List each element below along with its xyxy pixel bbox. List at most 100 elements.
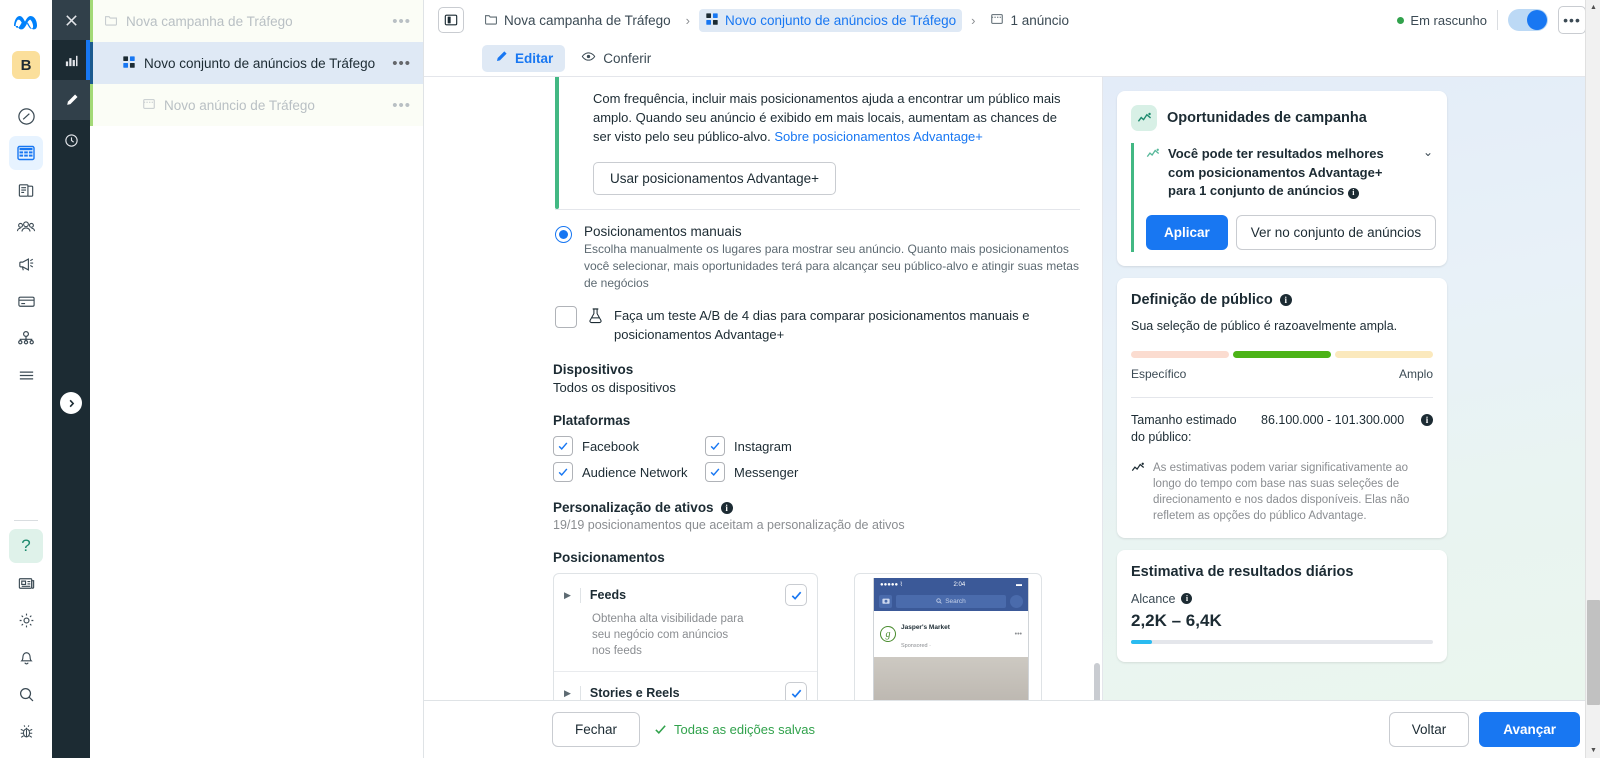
topbar-actions: Em rascunho ••• bbox=[1397, 6, 1586, 34]
tree-item-label: Nova campanha de Tráfego bbox=[126, 13, 293, 29]
platform-facebook[interactable]: Facebook bbox=[553, 436, 705, 456]
toggle-side-panel-icon[interactable] bbox=[438, 7, 464, 33]
tree-item-menu-icon[interactable]: ••• bbox=[392, 13, 411, 30]
back-button[interactable]: Voltar bbox=[1388, 712, 1470, 747]
tab-review[interactable]: Conferir bbox=[569, 44, 663, 72]
history-icon[interactable] bbox=[52, 120, 90, 160]
trend-icon bbox=[1131, 461, 1145, 524]
tree-item-label: Novo anúncio de Tráfego bbox=[164, 97, 315, 113]
checkbox-checked-icon[interactable] bbox=[705, 436, 725, 456]
preview-ad-image bbox=[874, 657, 1028, 700]
table-icon[interactable] bbox=[9, 136, 43, 170]
chart-icon[interactable] bbox=[52, 40, 90, 80]
placement-checkbox[interactable] bbox=[785, 584, 807, 606]
breadcrumb-label: Nova campanha de Tráfego bbox=[504, 12, 671, 28]
checkbox-checked-icon[interactable] bbox=[705, 462, 725, 482]
gauge-icon[interactable] bbox=[9, 99, 43, 133]
help-icon[interactable]: ? bbox=[9, 529, 43, 563]
checkbox-checked-icon[interactable] bbox=[553, 462, 573, 482]
tree-item-menu-icon[interactable]: ••• bbox=[392, 55, 411, 72]
ab-test-row[interactable]: Faça um teste A/B de 4 dias para compara… bbox=[424, 292, 1102, 344]
checkbox-checked-icon[interactable] bbox=[553, 436, 573, 456]
tree-item-ad[interactable]: Novo anúncio de Tráfego ••• bbox=[90, 84, 423, 126]
expand-panel-chevron-icon[interactable] bbox=[60, 392, 82, 414]
tree-item-menu-icon[interactable]: ••• bbox=[392, 97, 411, 114]
audience-scale-labels: Específico Amplo bbox=[1131, 367, 1433, 381]
audience-estimate-label: Tamanho estimado do público: bbox=[1131, 412, 1237, 444]
audiences-icon[interactable] bbox=[9, 210, 43, 244]
scroll-down-arrow-icon[interactable]: ▼ bbox=[1586, 743, 1600, 758]
card-divider bbox=[1131, 396, 1433, 398]
breadcrumb-campaign[interactable]: Nova campanha de Tráfego bbox=[478, 9, 677, 32]
placement-row-stories-reels[interactable]: ▶ Stories e Reels Conte uma história vis… bbox=[554, 672, 817, 700]
meta-logo-icon[interactable] bbox=[11, 12, 41, 37]
devices-value: Todos os dispositivos bbox=[553, 380, 676, 395]
platforms-heading: Plataformas bbox=[553, 413, 631, 428]
bug-icon[interactable] bbox=[9, 714, 43, 748]
manual-placements-option[interactable]: Posicionamentos manuais Escolha manualme… bbox=[424, 210, 1102, 292]
topbar-kebab-icon[interactable]: ••• bbox=[1558, 6, 1586, 34]
gear-icon[interactable] bbox=[9, 603, 43, 637]
close-button[interactable]: Fechar bbox=[552, 712, 641, 747]
breadcrumb-adset[interactable]: Novo conjunto de anúncios de Tráfego bbox=[698, 8, 963, 32]
opportunity-trend-icon bbox=[1146, 147, 1160, 166]
info-icon[interactable]: i bbox=[1181, 593, 1193, 604]
advantage-learn-more-link[interactable]: Sobre posicionamentos Advantage+ bbox=[774, 129, 983, 144]
audience-definition-card: Definição de público i Sua seleção de pú… bbox=[1117, 277, 1447, 538]
edit-icon[interactable] bbox=[52, 80, 90, 120]
tree-item-campaign[interactable]: Nova campanha de Tráfego ••• bbox=[90, 0, 423, 42]
tab-edit[interactable]: Editar bbox=[482, 44, 566, 72]
page-scrollbar[interactable]: ▲ ▼ bbox=[1585, 0, 1600, 758]
news-icon[interactable] bbox=[9, 566, 43, 600]
rail-divider bbox=[14, 520, 38, 521]
chevron-right-icon[interactable]: ▶ bbox=[564, 688, 571, 699]
info-icon[interactable]: i bbox=[1347, 187, 1359, 199]
audience-estimate-row: Tamanho estimado do público: 86.100.000 … bbox=[1131, 412, 1433, 446]
bell-icon[interactable] bbox=[9, 640, 43, 674]
events-icon[interactable] bbox=[9, 321, 43, 355]
platform-instagram[interactable]: Instagram bbox=[705, 436, 857, 456]
chevron-right-icon[interactable]: ▶ bbox=[564, 590, 571, 601]
placement-name: Feeds bbox=[589, 588, 627, 602]
search-icon[interactable] bbox=[9, 677, 43, 711]
platform-audience-network[interactable]: Audience Network bbox=[553, 462, 705, 482]
info-icon[interactable]: i bbox=[1421, 413, 1433, 426]
platform-messenger[interactable]: Messenger bbox=[705, 462, 857, 482]
preview-search-placeholder: Search bbox=[945, 597, 966, 605]
next-button[interactable]: Avançar bbox=[1479, 712, 1580, 747]
breadcrumb-ads[interactable]: 1 anúncio bbox=[984, 9, 1075, 32]
ab-test-checkbox[interactable] bbox=[555, 306, 577, 328]
tab-label: Editar bbox=[515, 50, 554, 66]
billing-icon[interactable] bbox=[9, 284, 43, 318]
messenger-icon bbox=[1010, 594, 1023, 608]
info-icon[interactable]: i bbox=[1279, 293, 1292, 306]
info-icon[interactable]: i bbox=[720, 501, 733, 514]
editor-tabs: Editar Conferir bbox=[424, 40, 1600, 76]
tree-item-adset[interactable]: Novo conjunto de anúncios de Tráfego ••• bbox=[90, 42, 423, 84]
business-avatar[interactable]: B bbox=[12, 51, 40, 79]
status-label: Em rascunho bbox=[1410, 12, 1487, 28]
audience-segment-specific bbox=[1131, 350, 1229, 358]
audience-breadth-bar bbox=[1131, 350, 1433, 358]
placement-checkbox[interactable] bbox=[785, 682, 807, 700]
manual-placements-title: Posicionamentos manuais bbox=[584, 224, 742, 239]
preview-post-header: g Jasper's Market Sponsored · ••• bbox=[874, 611, 1028, 657]
pages-icon[interactable] bbox=[9, 173, 43, 207]
manual-placements-radio[interactable] bbox=[555, 226, 572, 243]
placement-row-feeds[interactable]: ▶ Feeds Obtenha alta visibilidade para s… bbox=[554, 574, 817, 672]
enable-toggle[interactable] bbox=[1508, 9, 1548, 31]
placement-name: Stories e Reels bbox=[589, 686, 680, 700]
view-in-adset-button[interactable]: Ver no conjunto de anúncios bbox=[1235, 214, 1437, 250]
scale-right-label: Amplo bbox=[1398, 366, 1433, 381]
chevron-down-icon[interactable]: ⌄ bbox=[1417, 145, 1433, 159]
use-advantage-placements-button[interactable]: Usar posicionamentos Advantage+ bbox=[593, 162, 837, 195]
scroll-thumb[interactable] bbox=[1587, 600, 1600, 705]
form-scrollbar[interactable] bbox=[1094, 663, 1100, 700]
opportunity-item: Você pode ter resultados melhores com po… bbox=[1131, 143, 1437, 252]
menu-icon[interactable] bbox=[9, 358, 43, 392]
ads-manager-app: B ? Nova campanha de Tráfego ••• Novo co… bbox=[0, 0, 1600, 758]
scroll-up-arrow-icon[interactable]: ▲ bbox=[1586, 0, 1600, 15]
apply-button[interactable]: Aplicar bbox=[1146, 214, 1228, 250]
close-icon[interactable] bbox=[52, 0, 90, 40]
megaphone-icon[interactable] bbox=[9, 247, 43, 281]
